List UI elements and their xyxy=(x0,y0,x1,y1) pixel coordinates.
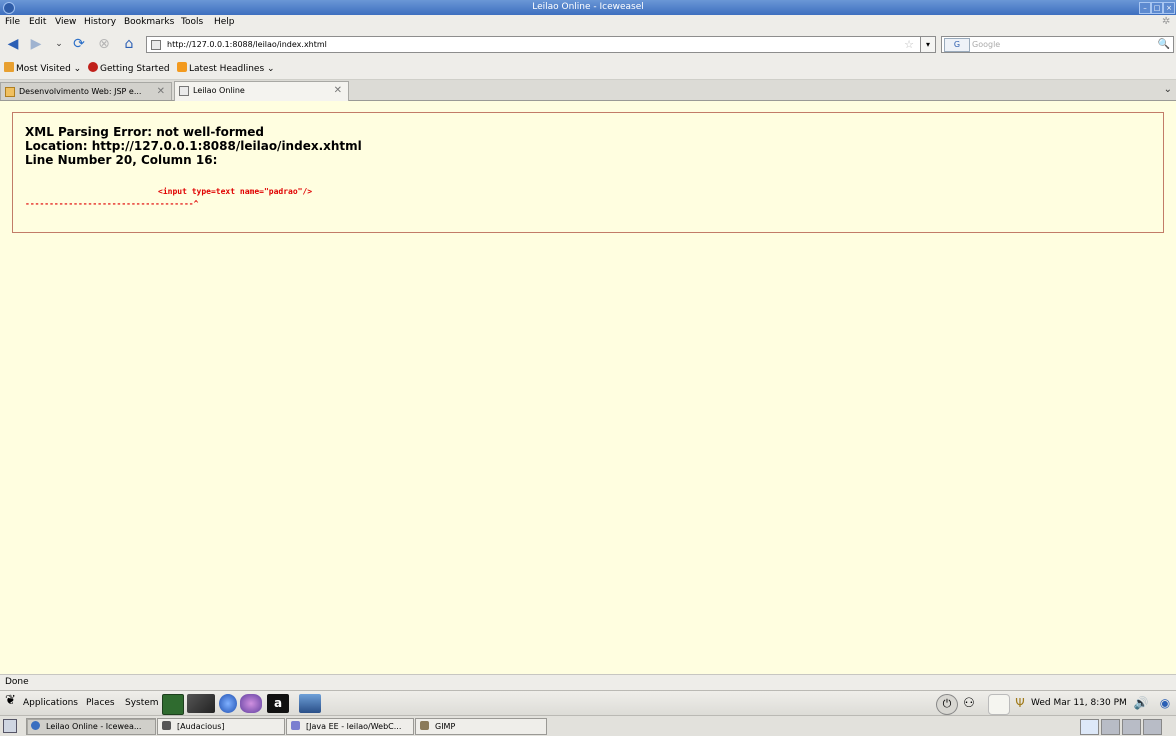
search-go-icon[interactable]: 🔍 xyxy=(1158,37,1170,52)
bookmark-most-visited[interactable]: Most Visited ⌄ xyxy=(4,62,81,76)
audacious-icon xyxy=(162,721,171,730)
url-bar[interactable]: http://127.0.0.1:8088/leilao/index.xhtml… xyxy=(146,36,921,53)
url-text[interactable]: http://127.0.0.1:8088/leilao/index.xhtml xyxy=(167,37,327,52)
task-audacious[interactable]: [Audacious] xyxy=(157,718,285,735)
task-gimp[interactable]: GIMP xyxy=(415,718,547,735)
menu-file[interactable]: File xyxy=(5,16,20,29)
search-input[interactable]: Google xyxy=(972,37,1000,52)
web-browser-icon[interactable] xyxy=(219,694,237,713)
close-tab-icon[interactable]: ✕ xyxy=(157,83,165,100)
history-dropdown-icon[interactable]: ⌄ xyxy=(51,36,67,52)
stop-icon[interactable]: ⊗ xyxy=(96,36,112,52)
window-titlebar: Leilao Online - Iceweasel – □ × xyxy=(0,0,1176,15)
menu-tools[interactable]: Tools xyxy=(181,16,203,29)
close-tab-icon[interactable]: ✕ xyxy=(334,82,342,99)
xml-error-box: XML Parsing Error: not well-formed Locat… xyxy=(12,112,1164,233)
iceweasel-icon xyxy=(31,721,40,730)
reload-icon[interactable]: ⟳ xyxy=(71,36,87,52)
tab-favicon-icon xyxy=(179,86,189,96)
search-bar[interactable]: G Google 🔍 xyxy=(941,36,1174,53)
system-monitor-icon[interactable] xyxy=(162,694,184,715)
network-icon[interactable] xyxy=(299,694,321,713)
task-label: GIMP xyxy=(435,722,456,731)
gnome-foot-icon[interactable]: ❦ xyxy=(5,694,16,707)
panel-clock[interactable]: Wed Mar 11, 8:30 PM xyxy=(1031,697,1127,710)
minimize-icon[interactable]: – xyxy=(1139,2,1151,14)
tray-browser-icon[interactable]: ◉ xyxy=(1157,694,1173,713)
task-label: [Java EE - leilao/WebC... xyxy=(306,722,402,731)
tab-label: Desenvolvimento Web: JSP e... xyxy=(19,87,142,96)
tab-leilao-online[interactable]: Leilao Online ✕ xyxy=(174,81,349,101)
site-identity-icon[interactable] xyxy=(151,40,161,50)
error-pointer: -----------------------------------^ xyxy=(25,199,199,208)
error-line-number: Line Number 20, Column 16: xyxy=(25,153,218,167)
power-icon[interactable]: ⏻ xyxy=(936,694,958,715)
task-label: [Audacious] xyxy=(177,722,225,731)
throbber-icon: ✲ xyxy=(1162,16,1171,27)
page-content: XML Parsing Error: not well-formed Locat… xyxy=(0,101,1176,674)
list-all-tabs-icon[interactable]: ⌄ xyxy=(1164,82,1172,98)
notification-icon[interactable] xyxy=(988,694,1010,715)
tab-favicon-icon xyxy=(5,87,15,97)
gimp-icon xyxy=(420,721,429,730)
search-engine-button[interactable]: G xyxy=(944,38,970,52)
gnome-panel: ❦ Applications Places System a ⏻ ⚇ Ψ Wed… xyxy=(0,690,1176,716)
folder-icon xyxy=(4,62,14,72)
bookmark-star-icon[interactable]: ☆ xyxy=(904,37,914,52)
menu-view[interactable]: View xyxy=(55,16,76,29)
bookmark-label: Latest Headlines xyxy=(189,64,265,74)
eclipse-icon xyxy=(291,721,300,730)
task-iceweasel[interactable]: Leilao Online - Icewea... xyxy=(26,718,156,735)
volume-icon[interactable]: 🔊 xyxy=(1130,694,1152,713)
show-desktop-icon[interactable] xyxy=(3,719,17,733)
terminal-icon[interactable] xyxy=(187,694,215,713)
bookmarks-toolbar: Most Visited ⌄ Getting Started Latest He… xyxy=(0,58,1176,80)
window-menu-icon[interactable] xyxy=(3,2,15,14)
menu-edit[interactable]: Edit xyxy=(29,16,46,29)
status-bar: Done xyxy=(0,674,1176,690)
tab-label: Leilao Online xyxy=(193,86,245,95)
home-icon[interactable]: ⌂ xyxy=(121,36,137,52)
workspace-3[interactable] xyxy=(1122,719,1141,735)
window-list: Leilao Online - Icewea... [Audacious] [J… xyxy=(0,715,1176,736)
menubar: File Edit View History Bookmarks Tools H… xyxy=(0,15,1176,30)
bookmark-getting-started[interactable]: Getting Started xyxy=(88,62,170,76)
wireless-icon[interactable]: Ψ xyxy=(1013,694,1027,713)
rss-icon xyxy=(177,62,187,72)
maximize-icon[interactable]: □ xyxy=(1151,2,1163,14)
status-text: Done xyxy=(5,677,29,687)
tab-desenvolvimento-web[interactable]: Desenvolvimento Web: JSP e... ✕ xyxy=(0,82,172,100)
bookmark-label: Most Visited xyxy=(16,64,71,74)
bookmark-label: Getting Started xyxy=(100,64,170,74)
error-title: XML Parsing Error: not well-formed xyxy=(25,125,264,139)
close-window-icon[interactable]: × xyxy=(1163,2,1175,14)
task-java-ee[interactable]: [Java EE - leilao/WebC... xyxy=(286,718,414,735)
chevron-down-icon: ⌄ xyxy=(70,64,82,74)
ladybug-icon xyxy=(88,62,98,72)
messenger-icon[interactable] xyxy=(240,694,262,713)
menu-bookmarks[interactable]: Bookmarks xyxy=(124,16,174,29)
menu-system[interactable]: System xyxy=(125,697,159,710)
workspace-1[interactable] xyxy=(1080,719,1099,735)
url-history-dropdown[interactable]: ▾ xyxy=(920,36,936,53)
menu-places[interactable]: Places xyxy=(86,697,115,710)
tab-strip: Desenvolvimento Web: JSP e... ✕ Leilao O… xyxy=(0,80,1176,101)
menu-history[interactable]: History xyxy=(84,16,116,29)
workspace-2[interactable] xyxy=(1101,719,1120,735)
error-location: Location: http://127.0.0.1:8088/leilao/i… xyxy=(25,139,362,153)
workspace-4[interactable] xyxy=(1143,719,1162,735)
search-binoculars-icon[interactable]: ⚇ xyxy=(958,694,980,713)
menu-applications[interactable]: Applications xyxy=(23,697,78,710)
window-title: Leilao Online - Iceweasel xyxy=(532,2,644,12)
error-source-text: <input type=text name="padrao"/> xyxy=(158,187,313,196)
forward-icon[interactable]: ▶ xyxy=(28,36,44,52)
audacious-icon[interactable]: a xyxy=(267,694,289,713)
bookmark-latest-headlines[interactable]: Latest Headlines ⌄ xyxy=(177,62,275,76)
task-label: Leilao Online - Icewea... xyxy=(46,722,142,731)
menu-help[interactable]: Help xyxy=(214,16,235,29)
chevron-down-icon: ⌄ xyxy=(264,64,275,74)
back-icon[interactable]: ◀ xyxy=(5,36,21,52)
